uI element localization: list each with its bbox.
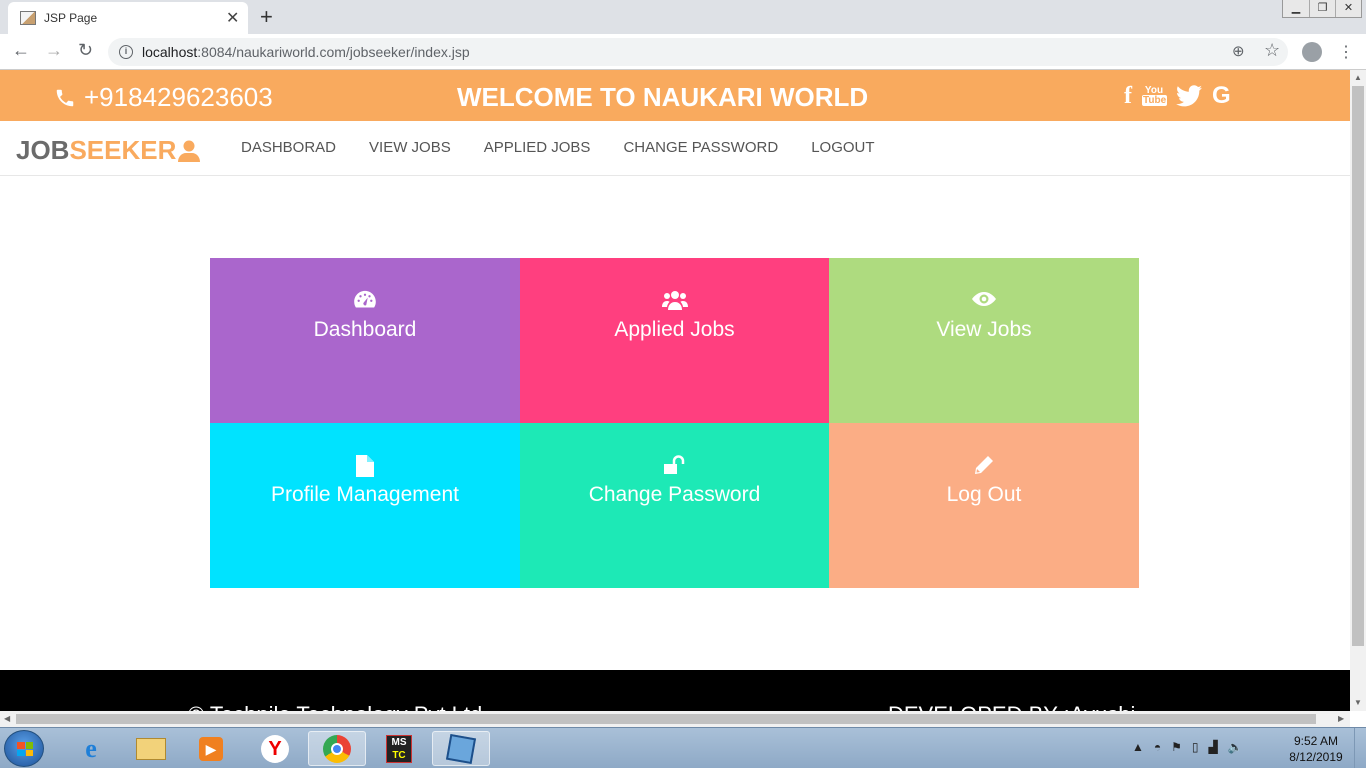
footer-copyright: © Technile Technology Pvt Ltd	[188, 702, 482, 711]
clock-date: 8/12/2019	[1289, 750, 1343, 764]
eye-icon	[972, 292, 996, 306]
window-controls: ▁ ❐ ✕	[1282, 0, 1362, 18]
google-icon[interactable]: G	[1212, 82, 1231, 110]
page-favicon-icon	[20, 11, 36, 25]
top-header-bar: +918429623603 WELCOME TO NAUKARI WORLD f…	[0, 70, 1350, 121]
back-button[interactable]: ←	[12, 40, 30, 61]
network-icon[interactable]: ▟	[1209, 740, 1218, 754]
page-footer: © Technile Technology Pvt Ltd DEVELOPED …	[0, 670, 1350, 711]
minimize-button[interactable]: ▁	[1283, 0, 1309, 17]
speedometer-icon[interactable]: ◓	[1154, 740, 1161, 754]
new-tab-button[interactable]: +	[260, 4, 273, 30]
system-tray: ▲ ◓ ⚑ ▯ ▟ 🔈	[1132, 740, 1243, 754]
tile-dashboard[interactable]: Dashboard	[210, 258, 520, 423]
close-tab-icon[interactable]: ✕	[226, 8, 239, 28]
tile-applied-jobs[interactable]: Applied Jobs	[520, 258, 829, 423]
file-icon	[356, 455, 374, 477]
virtualbox-icon[interactable]	[432, 731, 490, 766]
tile-label: Change Password	[588, 483, 761, 506]
unlock-icon	[663, 455, 684, 474]
user-icon	[178, 140, 201, 162]
show-desktop-button[interactable]	[1354, 728, 1366, 768]
browser-tab[interactable]: JSP Page ✕	[8, 2, 248, 34]
tile-view-jobs[interactable]: View Jobs	[829, 258, 1139, 423]
nav-applied-jobs-link[interactable]: APPLIED JOBS	[484, 139, 591, 156]
brand-logo[interactable]: JOB SEEKER	[16, 135, 201, 166]
tile-profile-management[interactable]: Profile Management	[210, 423, 520, 588]
url-text: localhost:8084/naukariworld.com/jobseeke…	[142, 44, 470, 60]
social-links: f You Tube G	[1124, 82, 1231, 110]
scroll-up-icon[interactable]: ▲	[1354, 73, 1362, 82]
browser-toolbar: ← → ↻ i localhost:8084/naukariworld.com/…	[0, 34, 1366, 70]
nav-logout-link[interactable]: LOGOUT	[811, 139, 874, 156]
start-button[interactable]	[4, 730, 44, 767]
pencil-icon	[975, 456, 993, 474]
dashboard-icon	[354, 290, 376, 308]
tile-label: Dashboard	[313, 318, 417, 341]
clock-time: 9:52 AM	[1293, 734, 1339, 748]
horizontal-scroll-thumb[interactable]	[16, 714, 1316, 724]
address-bar[interactable]: i localhost:8084/naukariworld.com/jobsee…	[108, 38, 1288, 66]
horizontal-scrollbar[interactable]: ◀ ▶	[0, 711, 1350, 727]
restore-button[interactable]: ❐	[1309, 0, 1335, 17]
browser-menu-icon[interactable]: ⋮	[1338, 42, 1354, 62]
chrome-icon[interactable]	[308, 731, 366, 766]
tile-change-password[interactable]: Change Password	[520, 423, 829, 588]
nav-view-jobs-link[interactable]: VIEW JOBS	[369, 139, 451, 156]
scroll-down-icon[interactable]: ▼	[1354, 698, 1362, 707]
vertical-scrollbar[interactable]: ▲ ▼	[1350, 70, 1366, 711]
nav-links: DASHBORAD VIEW JOBS APPLIED JOBS CHANGE …	[241, 139, 908, 156]
vertical-scroll-thumb[interactable]	[1352, 86, 1364, 646]
users-icon	[661, 291, 688, 310]
browser-tab-bar: JSP Page ✕ + ▁ ❐ ✕	[0, 0, 1366, 34]
nav-change-password-link[interactable]: CHANGE PASSWORD	[623, 139, 778, 156]
page-viewport: +918429623603 WELCOME TO NAUKARI WORLD f…	[0, 70, 1350, 711]
dashboard-tiles: Dashboard Applied Jobs View Jobs Profile…	[210, 258, 1139, 588]
reload-button[interactable]: ↻	[78, 40, 93, 61]
info-icon[interactable]: i	[119, 45, 133, 59]
tc-application-icon[interactable]: MS TC	[370, 731, 428, 766]
tile-label: Log Out	[946, 483, 1022, 506]
yandex-browser-icon[interactable]: Y	[246, 731, 304, 766]
internet-explorer-icon[interactable]: e	[62, 731, 120, 766]
windows-taskbar: e ▶ Y MS TC ▲ ◓ ⚑ ▯ ▟ 🔈 9:52 AM 8/12/2019	[0, 727, 1366, 768]
bookmark-star-icon[interactable]: ☆	[1264, 40, 1280, 61]
scroll-right-icon[interactable]: ▶	[1338, 714, 1344, 723]
twitter-icon[interactable]	[1176, 85, 1202, 107]
close-window-button[interactable]: ✕	[1335, 0, 1361, 17]
tile-label: Profile Management	[271, 483, 459, 506]
main-navbar: JOB SEEKER DASHBORAD VIEW JOBS APPLIED JO…	[0, 121, 1350, 176]
contact-phone: +918429623603	[54, 82, 273, 113]
system-clock[interactable]: 9:52 AM 8/12/2019	[1286, 733, 1346, 765]
battery-icon[interactable]: ▯	[1192, 740, 1199, 754]
tile-label: View Jobs	[936, 318, 1032, 341]
scroll-left-icon[interactable]: ◀	[4, 714, 10, 723]
tile-label: Applied Jobs	[614, 318, 735, 341]
youtube-icon[interactable]: You Tube	[1142, 86, 1168, 106]
zoom-icon[interactable]: ⊕	[1232, 42, 1245, 60]
action-center-icon[interactable]: ⚑	[1171, 740, 1182, 754]
footer-developer: DEVELOPED BY :Ayushi	[888, 702, 1135, 711]
welcome-heading: WELCOME TO NAUKARI WORLD	[457, 82, 869, 112]
tab-title: JSP Page	[44, 11, 98, 25]
phone-number: +918429623603	[84, 82, 273, 112]
facebook-icon[interactable]: f	[1124, 83, 1132, 110]
volume-icon[interactable]: 🔈	[1228, 740, 1243, 754]
profile-avatar-icon[interactable]	[1302, 42, 1322, 62]
file-explorer-icon[interactable]	[122, 731, 180, 766]
show-hidden-icons-icon[interactable]: ▲	[1132, 740, 1144, 754]
windows-logo-icon	[17, 742, 33, 756]
tile-log-out[interactable]: Log Out	[829, 423, 1139, 588]
phone-icon	[56, 89, 74, 106]
nav-dashboard-link[interactable]: DASHBORAD	[241, 139, 336, 156]
forward-button[interactable]: →	[45, 40, 63, 61]
media-player-icon[interactable]: ▶	[182, 731, 240, 766]
